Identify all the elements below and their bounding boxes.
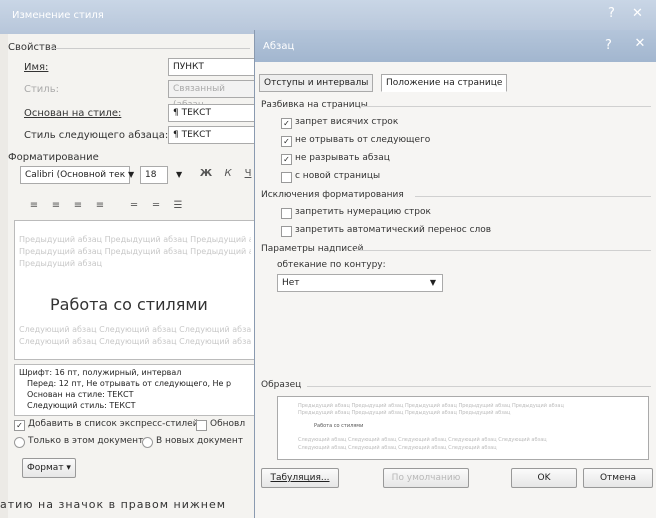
page-break-before-checkbox[interactable] [281, 172, 292, 183]
preview-current-text: Работа со стилями [314, 423, 364, 429]
divider [50, 48, 250, 49]
align-center-icon[interactable]: ≡ [46, 198, 66, 214]
new-documents-radio[interactable] [142, 437, 153, 448]
tight-wrap-select[interactable]: Нет ▼ [277, 274, 443, 292]
align-right-icon[interactable]: ≡ [68, 198, 88, 214]
page-break-before-label: с новой страницы [295, 171, 381, 181]
line-spacing-icon[interactable]: ═ [124, 198, 144, 214]
style-type-select[interactable]: Связанный (абзац [168, 80, 256, 110]
help-button[interactable]: ? [605, 38, 612, 53]
preview-previous-text: Предыдущий абзац Предыдущий абзац Предыд… [19, 247, 251, 256]
tab-indents-spacing[interactable]: Отступы и интервалы [259, 74, 374, 92]
tab-line-page-breaks[interactable]: Положение на странице [381, 74, 508, 92]
indent-icon[interactable]: ☰ [168, 198, 188, 214]
font-family-select[interactable]: Calibri (Основной тек [20, 166, 130, 184]
style-name-input[interactable]: ПУНКТ [168, 58, 256, 76]
widow-control-label: запрет висячих строк [295, 117, 399, 127]
only-this-document-label: Только в этом документе [28, 436, 149, 446]
paragraph-toolbar: ≡ ≡ ≡ ≡ ═ ═ ☰ [24, 198, 254, 214]
paragraph-dialog: Абзац ? ✕ Отступы и интервалы Положение … [254, 30, 656, 518]
close-button[interactable]: ✕ [629, 35, 651, 53]
tabs-button[interactable]: Табуляция... [261, 468, 339, 488]
chevron-down-icon[interactable]: ▼ [176, 170, 182, 179]
tight-wrap-label: обтекание по контуру: [277, 260, 386, 270]
no-hyphenation-label: запретить автоматический перенос слов [295, 225, 492, 235]
preview-previous-text: Предыдущий абзац [19, 259, 103, 268]
keep-with-next-label: не отрывать от следующего [295, 135, 431, 145]
no-hyphenation-checkbox[interactable] [281, 226, 292, 237]
ok-button[interactable]: OK [511, 468, 577, 488]
cancel-button[interactable]: Отмена [583, 468, 653, 488]
preview-next-text: Следующий абзац Следующий абзац Следующи… [298, 437, 547, 443]
divider [307, 386, 651, 387]
description-line: Основан на стиле: ТЕКСТ [27, 390, 134, 399]
document-text: атию на значок в правом нижнем [0, 498, 227, 511]
description-line: Перед: 12 пт, Не отрывать от следующего,… [27, 379, 232, 388]
chevron-down-icon[interactable]: ▼ [128, 170, 134, 179]
paragraph-preview: Предыдущий абзац Предыдущий абзац Предыд… [277, 396, 649, 460]
chevron-down-icon: ▼ [429, 278, 436, 287]
back-help-button[interactable]: ? [608, 6, 615, 21]
divider [415, 196, 651, 197]
textbox-section-label: Параметры надписей [261, 244, 364, 254]
bold-button[interactable]: Ж [196, 166, 216, 182]
based-on-label: Основан на стиле: [24, 108, 122, 119]
spacing-icon[interactable]: ═ [146, 198, 166, 214]
italic-button[interactable]: К [218, 166, 238, 182]
next-style-select[interactable]: ¶ ТЕКСТ [168, 126, 256, 144]
align-left-icon[interactable]: ≡ [24, 198, 44, 214]
auto-update-label: Обновл [210, 419, 246, 429]
widow-control-checkbox[interactable]: ✓ [281, 118, 292, 129]
set-as-default-button[interactable]: По умолчанию [383, 468, 469, 488]
name-label: Имя: [24, 62, 49, 73]
divider [361, 106, 651, 107]
preview-previous-text: Предыдущий абзац Предыдущий абзац Предыд… [298, 403, 564, 409]
format-button[interactable]: Формат ▾ [22, 458, 76, 478]
preview-previous-text: Предыдущий абзац Предыдущий абзац Предыд… [298, 410, 511, 416]
suppress-line-numbers-label: запретить нумерацию строк [295, 207, 431, 217]
add-to-quick-styles-label: Добавить в список экспресс-стилей [28, 419, 199, 429]
preview-next-text: Следующий абзац Следующий абзац Следующи… [19, 337, 251, 346]
preview-next-text: Следующий абзац Следующий абзац Следующи… [19, 325, 251, 334]
exceptions-section-label: Исключения форматирования [261, 190, 404, 200]
keep-with-next-checkbox[interactable]: ✓ [281, 136, 292, 147]
justify-icon[interactable]: ≡ [90, 198, 110, 214]
style-type-label: Стиль: [24, 84, 59, 95]
description-line: Следующий стиль: ТЕКСТ [27, 401, 136, 410]
based-on-select[interactable]: ¶ ТЕКСТ [168, 104, 256, 122]
new-documents-label: В новых документ [156, 436, 243, 446]
back-dialog-title: Изменение стиля [12, 10, 104, 21]
style-preview: Предыдущий абзац Предыдущий абзац Предыд… [14, 220, 256, 360]
keep-lines-together-checkbox[interactable]: ✓ [281, 154, 292, 165]
style-description: Шрифт: 16 пт, полужирный, интервал Перед… [14, 364, 264, 416]
suppress-line-numbers-checkbox[interactable] [281, 208, 292, 219]
only-this-document-radio[interactable] [14, 437, 25, 448]
keep-lines-together-label: не разрывать абзац [295, 153, 390, 163]
next-style-label: Стиль следующего абзаца: [24, 130, 169, 141]
preview-heading: Работа со стилями [50, 295, 208, 314]
font-size-select[interactable]: 18 [140, 166, 168, 184]
preview-previous-text: Предыдущий абзац Предыдущий абзац Предыд… [19, 235, 251, 244]
description-line: Шрифт: 16 пт, полужирный, интервал [19, 368, 182, 377]
preview-next-text: Следующий абзац Следующий абзац Следующи… [298, 445, 497, 451]
paragraph-dialog-titlebar: Абзац ? ✕ [255, 30, 656, 62]
divider [355, 250, 651, 251]
pagination-section-label: Разбивка на страницы [261, 100, 368, 110]
tight-wrap-value: Нет [282, 278, 300, 288]
add-to-quick-styles-checkbox[interactable]: ✓ [14, 420, 25, 431]
paragraph-dialog-title: Абзац [263, 41, 295, 52]
preview-section-label: Образец [261, 380, 302, 390]
back-close-button[interactable]: ✕ [632, 6, 643, 21]
formatting-section-label: Форматирование [8, 152, 99, 163]
back-dialog-titlebar: Изменение стиля ? ✕ [0, 0, 656, 34]
auto-update-checkbox[interactable] [196, 420, 207, 431]
